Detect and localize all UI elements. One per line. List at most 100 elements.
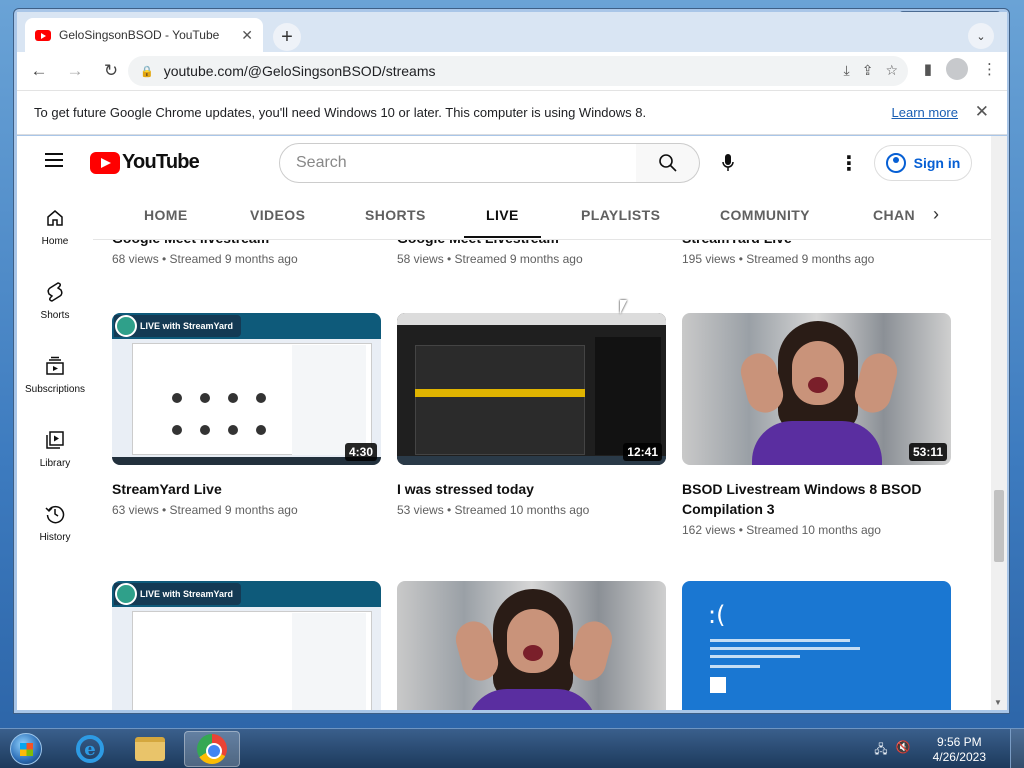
microphone-icon <box>722 154 734 171</box>
guide-item-home[interactable]: Home <box>17 190 93 264</box>
video-title[interactable]: BSOD Livestream Windows 8 BSOD Compilati… <box>682 479 951 519</box>
guide-item-shorts[interactable]: Shorts <box>17 264 93 338</box>
guide-label: Home <box>41 236 69 247</box>
thumb-live-chat <box>595 337 661 455</box>
shorts-icon <box>43 280 67 304</box>
forward-button[interactable]: → <box>61 57 89 85</box>
bsod-text-line <box>710 639 850 642</box>
reload-button[interactable]: ↻ <box>97 57 125 85</box>
back-button[interactable]: ← <box>25 57 53 85</box>
video-title[interactable]: I was stressed today <box>397 479 666 499</box>
channel-tabs: HOME VIDEOS SHORTS LIVE PLAYLISTS COMMUN… <box>93 190 991 240</box>
guide-item-library[interactable]: Library <box>17 412 93 486</box>
chevron-right-icon[interactable]: › <box>933 204 939 225</box>
thumb-mouth <box>808 377 828 393</box>
toolbar-right: ▮ ⋮ <box>924 58 997 80</box>
tab-videos[interactable]: VIDEOS <box>250 207 305 223</box>
volume-muted-icon[interactable]: 🔇 <box>896 740 911 761</box>
video-card[interactable]: LIVE with StreamYard <box>112 581 381 710</box>
video-thumbnail[interactable]: LIVE with StreamYard <box>112 581 381 710</box>
youtube-logo[interactable]: YouTube <box>90 151 200 174</box>
video-card[interactable]: :( <box>682 581 951 710</box>
guide-item-subscriptions[interactable]: Subscriptions <box>17 338 93 412</box>
bookmark-star-icon[interactable]: ☆ <box>885 62 898 79</box>
youtube-play-icon <box>90 151 120 174</box>
guide-menu-icon[interactable] <box>45 153 63 167</box>
tab-community[interactable]: COMMUNITY <box>720 207 810 223</box>
youtube-logo-text: YouTube <box>122 151 200 173</box>
search-input[interactable]: Search <box>279 143 637 183</box>
taskbar-internet-explorer[interactable]: e <box>62 731 118 767</box>
internet-explorer-icon: e <box>76 735 104 763</box>
tab-home[interactable]: HOME <box>144 207 188 223</box>
tab-strip: GeloSingsonBSOD - YouTube ✕ + ⌄ <box>17 12 1007 52</box>
share-icon[interactable]: ⇪ <box>862 62 874 79</box>
tab-playlists[interactable]: PLAYLISTS <box>581 207 660 223</box>
url-text: youtube.com/@GeloSingsonBSOD/streams <box>163 63 436 79</box>
bsod-text-line <box>710 655 800 658</box>
new-tab-button[interactable]: + <box>273 23 301 51</box>
taskbar-file-explorer[interactable] <box>122 731 178 767</box>
bsod-text-line <box>710 647 860 650</box>
tab-channels[interactable]: CHAN <box>873 207 915 223</box>
video-card[interactable]: 53:11 BSOD Livestream Windows 8 BSOD Com… <box>682 313 951 537</box>
start-button[interactable] <box>4 731 48 767</box>
video-thumbnail[interactable]: 12:41 <box>397 313 666 465</box>
voice-search-button[interactable] <box>717 151 739 175</box>
bsod-qr-code <box>710 677 726 693</box>
tab-search-button[interactable]: ⌄ <box>968 23 994 49</box>
page-scrollbar[interactable]: ▼ <box>991 136 1007 710</box>
profile-avatar[interactable] <box>946 58 968 80</box>
system-tray: 🖧 🔇 9:56 PM 4/26/2023 <box>874 735 986 765</box>
sign-in-button[interactable]: Sign in <box>874 145 972 181</box>
streamyard-logo <box>115 315 137 337</box>
clock[interactable]: 9:56 PM 4/26/2023 <box>933 735 986 765</box>
network-icon[interactable]: 🖧 <box>874 740 887 761</box>
browser-tab[interactable]: GeloSingsonBSOD - YouTube ✕ <box>25 18 263 52</box>
search-button[interactable] <box>636 143 700 183</box>
close-tab-icon[interactable]: ✕ <box>241 27 253 44</box>
folder-icon <box>135 737 165 761</box>
thumb-dress <box>752 421 882 465</box>
thumb-dot <box>172 393 182 403</box>
windows-logo-icon <box>10 733 42 765</box>
video-thumbnail[interactable]: LIVE with StreamYard 4:30 <box>112 313 381 465</box>
learn-more-link[interactable]: Learn more <box>892 105 958 120</box>
youtube-header: YouTube Search ⋮ Sign in <box>17 136 991 190</box>
video-thumbnail[interactable]: 53:11 <box>682 313 951 465</box>
thumb-chat-panel <box>292 613 366 710</box>
video-duration: 4:30 <box>344 443 377 461</box>
tab-title: GeloSingsonBSOD - YouTube <box>59 28 220 42</box>
video-meta: 53 views • Streamed 10 months ago <box>397 503 590 517</box>
tray-icons: 🖧 🔇 <box>874 740 910 761</box>
guide-item-history[interactable]: History <box>17 486 93 560</box>
thumb-taskbar <box>112 457 381 465</box>
update-infobar: To get future Google Chrome updates, you… <box>17 90 1007 135</box>
install-icon[interactable]: ⤓ <box>844 62 850 79</box>
thumb-dot <box>172 425 182 435</box>
settings-menu-icon[interactable]: ⋮ <box>839 151 859 176</box>
thumb-dot <box>256 425 266 435</box>
video-card[interactable] <box>397 581 666 710</box>
tab-live[interactable]: LIVE <box>464 207 541 238</box>
address-bar[interactable]: 🔒 youtube.com/@GeloSingsonBSOD/streams ⤓… <box>128 56 908 86</box>
thumb-hand-right <box>565 617 617 685</box>
show-desktop-button[interactable] <box>1010 729 1024 768</box>
scroll-down-arrow-icon[interactable]: ▼ <box>994 698 1002 707</box>
video-thumbnail[interactable] <box>397 581 666 710</box>
scrollbar-thumb[interactable] <box>994 490 1004 562</box>
chrome-menu-icon[interactable]: ⋮ <box>982 60 997 78</box>
video-card[interactable]: 12:41 I was stressed today 53 views • St… <box>397 313 666 517</box>
close-infobar-icon[interactable]: ✕ <box>975 102 989 122</box>
thumb-chat-panel <box>292 345 366 455</box>
taskbar-chrome[interactable] <box>184 731 240 767</box>
youtube-favicon-icon <box>35 29 51 41</box>
chrome-icon <box>197 734 227 764</box>
side-panel-icon[interactable]: ▮ <box>924 60 932 78</box>
streamyard-logo <box>115 583 137 605</box>
video-title[interactable]: StreamYard Live <box>112 479 381 499</box>
thumb-studio-card <box>415 345 585 455</box>
video-thumbnail[interactable]: :( <box>682 581 951 710</box>
tab-shorts[interactable]: SHORTS <box>365 207 426 223</box>
video-card[interactable]: LIVE with StreamYard 4:30 StreamYard Liv… <box>112 313 381 517</box>
